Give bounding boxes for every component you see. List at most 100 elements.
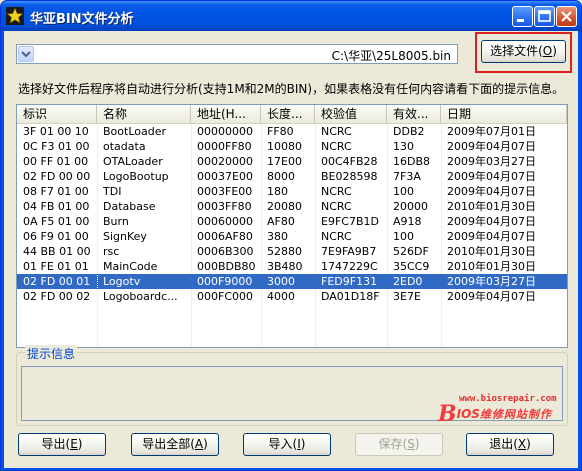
cell-id: 0A F5 01 00 — [23, 215, 90, 228]
bin-section-table[interactable]: 标识 名称 地址(H... 长度... 校验值 有效... 日期 3F 01 0… — [16, 104, 568, 348]
cell-name: MainCode — [103, 260, 158, 273]
table-row[interactable]: 0C F3 01 00 otadata 0000FF80 10080 NCRC 130 20… — [17, 139, 567, 154]
cell-date: 2009年03月27日 — [447, 155, 536, 168]
cell-id: 44 BB 01 00 — [23, 245, 91, 258]
column-header-valid[interactable]: 有效... — [387, 105, 441, 123]
cell-name: Logotv — [103, 275, 141, 288]
cell-valid: 3E7E — [393, 290, 421, 303]
star-icon — [6, 7, 24, 25]
cell-valid: 130 — [393, 140, 414, 153]
table-row[interactable]: 3F 01 00 10 BootLoader 00000000 FF80 NCRC DDB… — [17, 124, 567, 139]
cell-id: 01 FE 01 01 — [23, 260, 89, 273]
cell-valid: 100 — [393, 230, 414, 243]
cell-date: 2009年04月07日 — [447, 230, 536, 243]
table-row[interactable]: 00 FF 01 00 OTALoader 00020000 17E00 00C4FB2… — [17, 154, 567, 169]
cell-address: 000BDB80 — [197, 260, 256, 273]
cell-address: 000FC000 — [197, 290, 253, 303]
minimize-button[interactable] — [512, 6, 533, 27]
cell-id: 02 FD 00 00 — [23, 170, 91, 183]
combo-dropdown-button[interactable] — [18, 46, 34, 62]
table-row[interactable]: 44 BB 01 00 rsc 0006B300 52880 7E9FA9B7 526DF… — [17, 244, 567, 259]
column-header-checksum[interactable]: 校验值 — [315, 105, 387, 123]
table-row[interactable]: 0A F5 01 00 Burn 00060000 AF80 E9FC7B1D A918 2… — [17, 214, 567, 229]
watermark-logo: BIOS维修网站制作 — [438, 401, 552, 427]
maximize-icon — [538, 10, 551, 22]
exit-button[interactable]: 退出(X) — [466, 433, 554, 456]
cell-checksum: NCRC — [321, 125, 352, 138]
column-header-date[interactable]: 日期 — [441, 105, 567, 123]
cell-length: 8000 — [267, 170, 295, 183]
window-title: 华亚BIN文件分析 — [30, 12, 134, 27]
cell-date: 2009年03月27日 — [447, 275, 536, 288]
cell-length: 17E00 — [267, 155, 302, 168]
table-row[interactable]: 01 FE 01 01 MainCode 000BDB80 3B480 1747229C… — [17, 259, 567, 274]
main-window: 华亚BIN文件分析 C:\华亚\25L8005.bin 选择文件(O) 选择好文… — [0, 0, 582, 471]
cell-address: 00000000 — [197, 125, 253, 138]
cell-checksum: FED9F131 — [321, 275, 378, 288]
table-row[interactable]: 04 FB 01 00 Database 0003FF80 20080 NCRC 2000… — [17, 199, 567, 214]
column-header-id[interactable]: 标识 — [17, 105, 97, 123]
choose-file-button[interactable]: 选择文件(O) — [481, 40, 566, 63]
table-row[interactable]: 02 FD 00 02 Logoboardc... 000FC000 4000 DA01… — [17, 289, 567, 304]
cell-name: OTALoader — [103, 155, 163, 168]
cell-length: 4000 — [267, 290, 295, 303]
cell-checksum: 7E9FA9B7 — [321, 245, 377, 258]
cell-valid: 35CC9 — [393, 260, 430, 273]
column-header-name[interactable]: 名称 — [97, 105, 191, 123]
cell-checksum: 1747229C — [321, 260, 378, 273]
info-group-label: 提示信息 — [25, 345, 78, 362]
cell-address: 0003FE00 — [197, 185, 253, 198]
cell-date: 2009年04月07日 — [447, 140, 536, 153]
cell-date: 2009年04月07日 — [447, 170, 536, 183]
cell-name: TDI — [103, 185, 122, 198]
cell-length: 380 — [267, 230, 288, 243]
maximize-button[interactable] — [534, 6, 555, 27]
minimize-icon — [517, 19, 524, 22]
cell-date: 2010年01月30日 — [447, 245, 536, 258]
cell-date: 2009年04月07日 — [447, 185, 536, 198]
cell-name: BootLoader — [103, 125, 166, 138]
save-button[interactable]: 保存(S) — [355, 433, 443, 456]
cell-checksum: DA01D18F — [321, 290, 380, 303]
cell-address: 00037E00 — [197, 170, 253, 183]
cell-length: 52880 — [267, 245, 302, 258]
table-row[interactable]: 02 FD 00 01 Logotv 000F9000 3000 FED9F131 2ED… — [17, 273, 567, 290]
close-icon — [561, 11, 572, 22]
table-body: 3F 01 00 10 BootLoader 00000000 FF80 NCRC DDB… — [17, 124, 567, 304]
cell-date: 2010年01月30日 — [447, 200, 536, 213]
table-row[interactable]: 06 F9 01 00 SignKey 0006AF80 380 NCRC 100 2009… — [17, 229, 567, 244]
cell-valid: 20000 — [393, 200, 428, 213]
export-all-button[interactable]: 导出全部(A) — [131, 433, 219, 456]
cell-address: 00060000 — [197, 215, 253, 228]
cell-address: 0000FF80 — [197, 140, 252, 153]
table-row[interactable]: 02 FD 00 00 LogoBootup 00037E00 8000 BE02859… — [17, 169, 567, 184]
cell-checksum: NCRC — [321, 230, 352, 243]
cell-checksum: NCRC — [321, 185, 352, 198]
cell-id: 02 FD 00 02 — [23, 290, 91, 303]
cell-checksum: E9FC7B1D — [321, 215, 379, 228]
title-bar[interactable]: 华亚BIN文件分析 — [1, 1, 581, 31]
cell-length: 20080 — [267, 200, 302, 213]
cell-address: 00020000 — [197, 155, 253, 168]
import-button[interactable]: 导入(I) — [243, 433, 331, 456]
file-path-combo[interactable]: C:\华亚\25L8005.bin — [16, 44, 458, 64]
cell-id: 02 FD 00 01 — [17, 273, 98, 290]
cell-id: 3F 01 00 10 — [23, 125, 89, 138]
column-header-address[interactable]: 地址(H... — [191, 105, 261, 123]
table-header: 标识 名称 地址(H... 长度... 校验值 有效... 日期 — [17, 105, 567, 124]
cell-checksum: NCRC — [321, 200, 352, 213]
cell-length: 180 — [267, 185, 288, 198]
client-area: C:\华亚\25L8005.bin 选择文件(O) 选择好文件后程序将自动进行分… — [4, 31, 578, 468]
cell-id: 0C F3 01 00 — [23, 140, 90, 153]
cell-valid: 2ED0 — [393, 275, 423, 288]
export-button[interactable]: 导出(E) — [18, 433, 106, 456]
cell-valid: A918 — [393, 215, 422, 228]
cell-id: 06 F9 01 00 — [23, 230, 89, 243]
cell-name: rsc — [103, 245, 120, 258]
cell-length: FF80 — [267, 125, 294, 138]
cell-id: 08 F7 01 00 — [23, 185, 89, 198]
table-row[interactable]: 08 F7 01 00 TDI 0003FE00 180 NCRC 100 2009年04月… — [17, 184, 567, 199]
close-button[interactable] — [556, 6, 577, 27]
column-header-length[interactable]: 长度... — [261, 105, 315, 123]
cell-name: LogoBootup — [103, 170, 169, 183]
